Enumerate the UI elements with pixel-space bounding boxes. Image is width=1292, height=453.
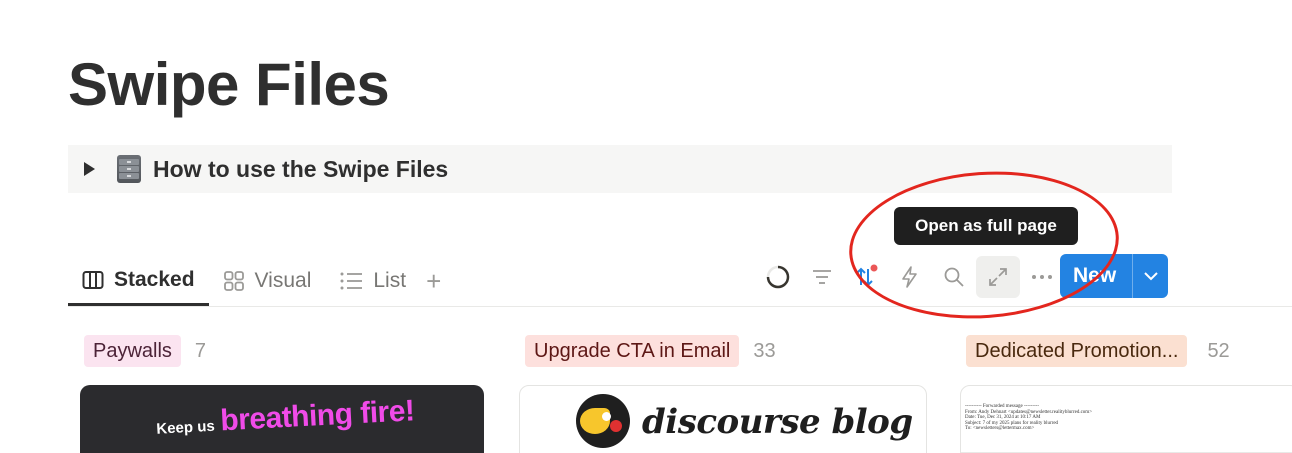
filter-icon[interactable] xyxy=(800,256,844,298)
tabs-divider xyxy=(68,306,1292,307)
gallery-icon xyxy=(223,271,245,291)
group-tag: Upgrade CTA in Email xyxy=(525,335,740,367)
card-text-prefix: Keep us xyxy=(155,417,216,438)
toggle-label: How to use the Swipe Files xyxy=(153,155,449,182)
tab-visual[interactable]: Visual xyxy=(209,256,326,306)
chevron-down-icon[interactable] xyxy=(1133,271,1168,281)
upgrade-cta-card[interactable]: discourse blog xyxy=(519,385,927,453)
group-header-upgrade-cta[interactable]: Upgrade CTA in Email 33 xyxy=(525,335,776,367)
group-tag: Dedicated Promotion... xyxy=(966,335,1188,367)
list-icon xyxy=(339,271,363,291)
sort-icon[interactable] xyxy=(844,256,888,298)
group-tag: Paywalls xyxy=(84,335,181,367)
columns-icon xyxy=(82,270,104,290)
tab-label: Visual xyxy=(254,269,312,292)
group-header-dedicated-promotion[interactable]: Dedicated Promotion... 52 xyxy=(966,335,1230,367)
page-title: Swipe Files xyxy=(68,51,390,118)
how-to-toggle-block[interactable]: How to use the Swipe Files xyxy=(68,145,1172,193)
tab-list[interactable]: List xyxy=(325,256,420,306)
paywall-card[interactable]: Keep us breathing fire! xyxy=(80,385,484,453)
tooltip: Open as full page xyxy=(894,207,1078,245)
loading-spinner-icon xyxy=(756,256,800,298)
more-options-icon[interactable] xyxy=(1020,256,1064,298)
email-preview: ---------- Forwarded message --------- F… xyxy=(965,404,1093,431)
card-brand-text: discourse blog xyxy=(642,402,913,442)
new-button-label: New xyxy=(1073,264,1117,287)
file-cabinet-icon xyxy=(117,155,141,183)
group-count: 7 xyxy=(194,339,207,362)
tab-label: Stacked xyxy=(114,267,195,291)
automation-bolt-icon[interactable] xyxy=(888,256,932,298)
discourse-logo-icon xyxy=(576,394,630,448)
search-icon[interactable] xyxy=(932,256,976,298)
group-header-paywalls[interactable]: Paywalls 7 xyxy=(84,335,206,367)
tab-label: List xyxy=(373,269,407,292)
add-view-icon[interactable]: + xyxy=(426,266,441,297)
toggle-arrow-icon[interactable] xyxy=(84,162,95,176)
new-button[interactable]: New xyxy=(1060,254,1168,298)
view-tabs: Stacked Visual List + xyxy=(68,256,441,306)
open-full-page-icon[interactable] xyxy=(976,256,1020,298)
group-count: 52 xyxy=(1207,339,1230,362)
tab-stacked[interactable]: Stacked xyxy=(68,256,209,306)
promotion-card[interactable]: ---------- Forwarded message --------- F… xyxy=(960,385,1292,453)
group-count: 33 xyxy=(753,339,776,362)
card-headline: breathing fire! xyxy=(219,394,416,438)
database-toolbar xyxy=(756,256,1064,298)
